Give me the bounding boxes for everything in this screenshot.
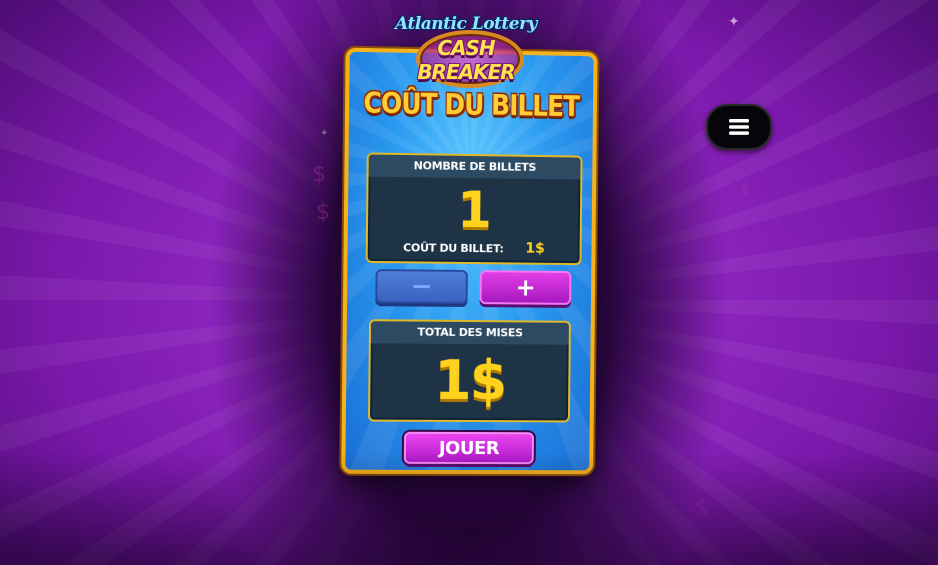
game-logo: Atlantic Lottery CASH BREAKER bbox=[386, 8, 546, 88]
ticket-cost-value: 1$ bbox=[525, 240, 545, 257]
card-title: COÛT DU BILLET bbox=[363, 85, 580, 123]
logo-top-text: Atlantic Lottery bbox=[395, 14, 537, 34]
logo-main-text: CASH BREAKER bbox=[417, 36, 515, 84]
dollar-chip-decoration: $ bbox=[312, 162, 326, 187]
tickets-panel: NOMBRE DE BILLETS 1 COÛT DU BILLET: 1$ bbox=[365, 152, 583, 266]
menu-button[interactable] bbox=[706, 104, 772, 150]
ticket-cost-card: COÛT DU BILLET NOMBRE DE BILLETS 1 COÛT … bbox=[341, 47, 598, 475]
play-button[interactable]: JOUER bbox=[403, 431, 535, 465]
hamburger-icon bbox=[729, 119, 749, 135]
decrease-tickets-button[interactable]: − bbox=[375, 269, 468, 304]
dollar-chip-decoration: $ bbox=[740, 180, 751, 199]
ticket-cost-row: COÛT DU BILLET: 1$ bbox=[368, 239, 580, 259]
total-bet-header: TOTAL DES MISES bbox=[370, 321, 569, 345]
sparkle-decoration: ✦ bbox=[728, 14, 740, 30]
total-bet-value: 1$ bbox=[433, 348, 506, 413]
sparkle-decoration: ✦ bbox=[320, 128, 329, 139]
ticket-count: 1 bbox=[456, 180, 493, 240]
ticket-cost-label: COÛT DU BILLET: bbox=[403, 241, 504, 256]
tickets-panel-header: NOMBRE DE BILLETS bbox=[368, 154, 581, 180]
dollar-chip-decoration: $ bbox=[316, 200, 330, 225]
game-stage: ✦ ✦ $ $ $ $ COÛT DU BILLET NOMBRE DE BIL… bbox=[0, 0, 938, 565]
total-bet-panel: TOTAL DES MISES 1$ bbox=[367, 319, 571, 423]
increase-tickets-button[interactable]: + bbox=[479, 270, 572, 305]
dollar-chip-decoration: $ bbox=[695, 496, 709, 521]
